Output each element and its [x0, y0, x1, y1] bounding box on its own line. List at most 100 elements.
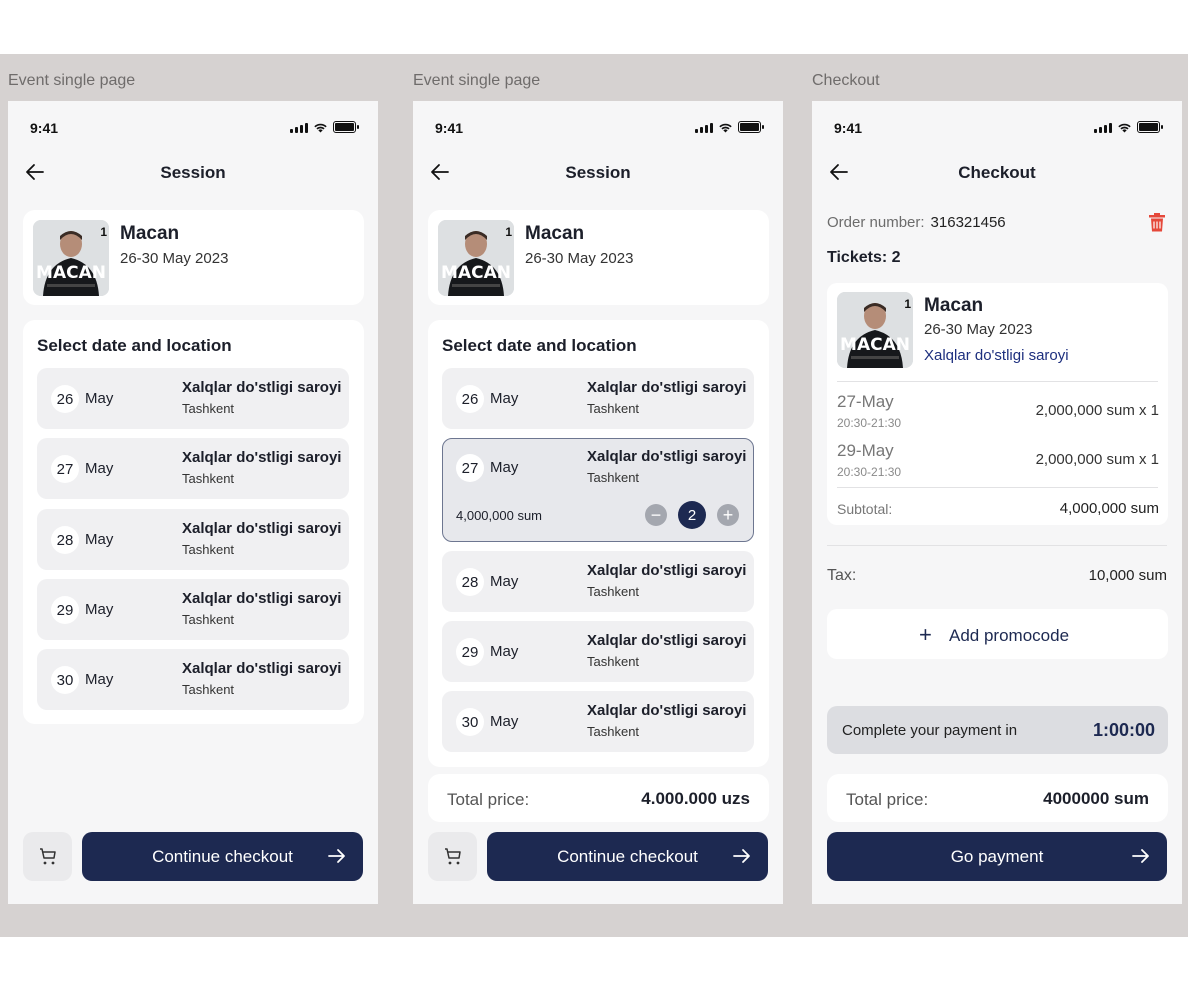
increase-button[interactable]: +	[717, 504, 739, 526]
subtotal-label: Subtotal:	[837, 501, 893, 517]
event-dates: 26-30 May 2023	[525, 250, 634, 267]
wifi-icon	[314, 123, 327, 132]
date-option-28[interactable]: 28 May Xalqlar do'stligi saroyi Tashkent	[37, 509, 349, 570]
subtotal-value: 4,000,000 sum	[1059, 500, 1159, 517]
ticket-price: 4,000,000 sum	[456, 508, 543, 523]
continue-checkout-button[interactable]: Continue checkout	[82, 832, 363, 881]
event-name: Macan	[525, 223, 585, 244]
total-label: Total price:	[447, 790, 530, 809]
venue-city: Tashkent	[587, 470, 640, 485]
venue-name: Xalqlar do'stligi saroyi	[182, 449, 342, 466]
divider	[827, 545, 1167, 546]
date-option-26[interactable]: 26 May Xalqlar do'stligi saroyi Tashkent	[442, 368, 754, 429]
svg-text:MACAN: MACAN	[441, 263, 511, 283]
event-poster: MACAN 1	[438, 220, 514, 296]
month-label: May	[490, 643, 519, 660]
tax-value: 10,000 sum	[1088, 567, 1167, 584]
venue-city: Tashkent	[587, 724, 640, 739]
total-label: Total price:	[846, 790, 929, 809]
artist-photo: MACAN	[33, 220, 109, 296]
cart-icon	[444, 847, 461, 864]
cart-button[interactable]	[428, 832, 477, 881]
event-poster: MACAN 1	[837, 292, 913, 368]
cart-button[interactable]	[23, 832, 72, 881]
tickets-count: Tickets: 2	[827, 249, 901, 266]
frame-label: Checkout	[812, 72, 880, 89]
artist-photo: MACAN	[837, 292, 913, 368]
event-poster: MACAN 1	[33, 220, 109, 296]
day-number: 27	[51, 455, 79, 483]
day-number: 26	[51, 385, 79, 413]
total-value: 4000000 sum	[1043, 789, 1149, 808]
battery-icon	[738, 121, 764, 133]
date-option-30[interactable]: 30 May Xalqlar do'stligi saroyi Tashkent	[37, 649, 349, 710]
continue-checkout-button[interactable]: Continue checkout	[487, 832, 768, 881]
line-item-date: 29-May	[837, 441, 894, 460]
frame-label: Event single page	[413, 72, 541, 89]
add-promocode-button[interactable]: + Add promocode	[827, 609, 1168, 659]
timer-label: Complete your payment in	[842, 722, 1018, 739]
page-title: Session	[160, 163, 226, 182]
month-label: May	[490, 713, 519, 730]
wifi-icon	[719, 123, 732, 132]
venue-name: Xalqlar do'stligi saroyi	[587, 632, 747, 649]
day-number: 29	[456, 638, 484, 666]
date-option-28[interactable]: 28 May Xalqlar do'stligi saroyi Tashkent	[442, 551, 754, 612]
checkout-screen: 9:41 Checkout Order number: 316321456 Tic…	[812, 101, 1182, 904]
svg-text:MACAN: MACAN	[36, 263, 106, 283]
event-dates: 26-30 May 2023	[924, 321, 1033, 338]
divider	[837, 487, 1158, 488]
event-card: MACAN 1 Macan 26-30 May 2023	[428, 210, 769, 305]
date-option-29[interactable]: 29 May Xalqlar do'stligi saroyi Tashkent	[442, 621, 754, 682]
event-name: Macan	[924, 295, 984, 316]
tax-label: Tax:	[827, 567, 857, 584]
date-location-panel: Select date and location 26 May Xalqlar …	[23, 320, 364, 724]
decrease-button[interactable]: −	[645, 504, 667, 526]
timer-value: 1:00:00	[1092, 720, 1155, 740]
venue-name: Xalqlar do'stligi saroyi	[182, 520, 342, 537]
venue-name: Xalqlar do'stligi saroyi	[182, 379, 342, 396]
line-item-time: 20:30-21:30	[837, 416, 902, 430]
date-option-30[interactable]: 30 May Xalqlar do'stligi saroyi Tashkent	[442, 691, 754, 752]
status-time: 9:41	[435, 120, 464, 136]
date-option-26[interactable]: 26 May Xalqlar do'stligi saroyi Tashkent	[37, 368, 349, 429]
date-option-27[interactable]: 27 May Xalqlar do'stligi saroyi Tashkent	[37, 438, 349, 499]
event-name: Macan	[120, 223, 180, 244]
arrow-right-icon	[328, 849, 345, 863]
order-summary-card: MACAN 1 Macan 26-30 May 2023 Xalqlar do'…	[827, 283, 1168, 525]
month-label: May	[85, 390, 114, 407]
date-option-29[interactable]: 29 May Xalqlar do'stligi saroyi Tashkent	[37, 579, 349, 640]
status-bar: 9:41	[413, 101, 783, 151]
line-item-price: 2,000,000 sum x 1	[1035, 451, 1159, 468]
venue-name: Xalqlar do'stligi saroyi	[587, 448, 747, 465]
trash-icon[interactable]	[1148, 211, 1166, 233]
date-option-27-selected[interactable]: 27 May Xalqlar do'stligi saroyi Tashkent…	[442, 438, 754, 542]
total-price-bar: Total price: 4000000 sum	[827, 774, 1168, 822]
status-bar: 9:41	[812, 101, 1182, 151]
divider	[837, 381, 1158, 382]
artist-photo: MACAN	[438, 220, 514, 296]
signal-icon	[1094, 122, 1112, 133]
venue-name: Xalqlar do'stligi saroyi	[182, 660, 342, 677]
battery-icon	[333, 121, 359, 133]
line-item-price: 2,000,000 sum x 1	[1035, 402, 1159, 419]
month-label: May	[490, 573, 519, 590]
arrow-right-icon	[1132, 849, 1149, 863]
day-number: 29	[51, 596, 79, 624]
signal-icon	[695, 122, 713, 133]
month-label: May	[490, 459, 519, 476]
arrow-right-icon	[733, 849, 750, 863]
total-value: 4.000.000 uzs	[641, 789, 750, 808]
total-price-bar: Total price: 4.000.000 uzs	[428, 774, 769, 822]
go-payment-button[interactable]: Go payment	[827, 832, 1167, 881]
order-number: 316321456	[930, 214, 1006, 231]
wifi-icon	[1118, 123, 1131, 132]
order-label: Order number:	[827, 214, 925, 231]
payment-timer: Complete your payment in 1:00:00	[827, 706, 1168, 754]
month-label: May	[85, 460, 114, 477]
event-card: MACAN 1 Macan 26-30 May 2023	[23, 210, 364, 305]
venue-name: Xalqlar do'stligi saroyi	[587, 702, 747, 719]
battery-icon	[1137, 121, 1163, 133]
date-location-panel: Select date and location 26 May Xalqlar …	[428, 320, 769, 767]
venue-city: Tashkent	[587, 654, 640, 669]
